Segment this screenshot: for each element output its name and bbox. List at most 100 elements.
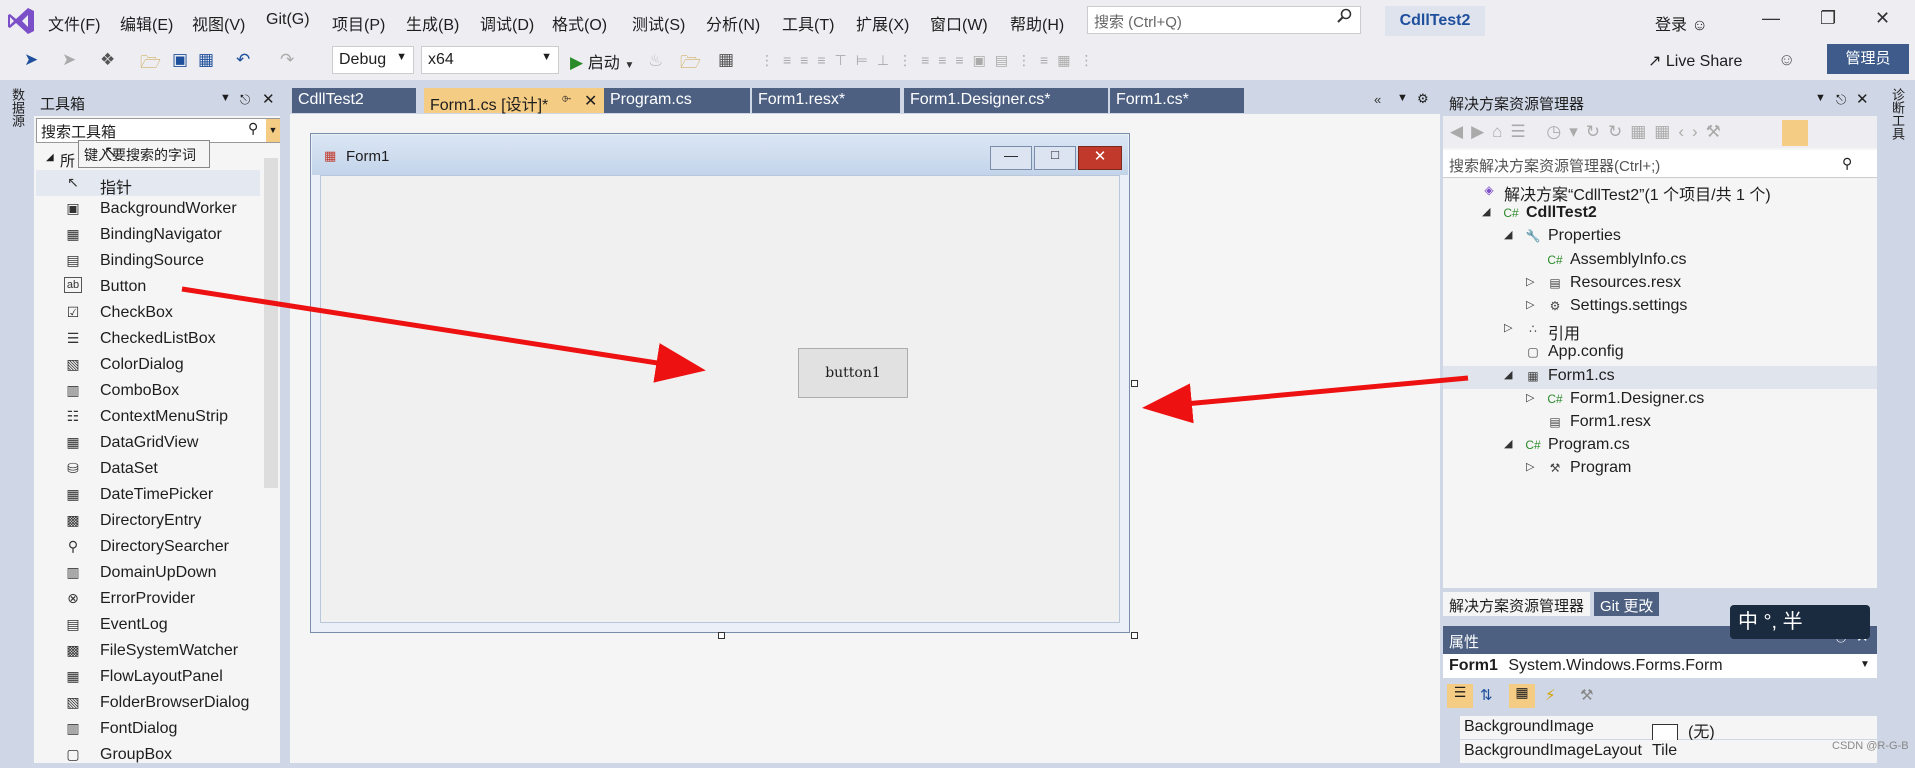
menu-item[interactable]: 测试(S)	[632, 11, 685, 35]
toolbox-item[interactable]: ⛁ DataSet	[36, 456, 260, 482]
expander-icon[interactable]: ◢	[1504, 437, 1512, 450]
diagnostic-tools-tab[interactable]: 诊断工具	[1888, 88, 1907, 140]
solution-explorer-toolbar-icons[interactable]: ◀▶⌂☰ ◷▾↻↻▦▦‹›⚒	[1450, 122, 1729, 142]
expander-icon[interactable]: ◢	[1504, 228, 1512, 241]
gear-icon[interactable]: ⚙	[1417, 91, 1429, 107]
menu-item[interactable]: 调试(D)	[480, 11, 534, 35]
menu-item[interactable]: 扩展(X)	[856, 11, 909, 35]
tree-item[interactable]: ▷ ⚒ Program	[1526, 458, 1877, 481]
resize-handle-bottom[interactable]	[718, 632, 725, 639]
property-pages-icon[interactable]: ⚒	[1580, 686, 1593, 704]
tree-item[interactable]: ▷ ▤ Resources.resx	[1526, 273, 1877, 296]
menu-item[interactable]: Git(G)	[266, 11, 310, 29]
toolbox-item[interactable]: ▥ ComboBox	[36, 378, 260, 404]
menu-item[interactable]: 分析(N)	[706, 11, 760, 35]
expander-icon[interactable]: ◢	[1482, 205, 1490, 218]
panel-menu-icon[interactable]: ▼	[1815, 92, 1826, 104]
restore-button[interactable]: ❐	[1820, 8, 1836, 29]
tab-document[interactable]: Form1.cs*	[1110, 88, 1244, 113]
collapse-icon[interactable]: ◢	[46, 152, 54, 163]
close-window-button[interactable]: ✕	[1875, 8, 1890, 29]
toolbox-item[interactable]: ☑ CheckBox	[36, 300, 260, 326]
tab-document[interactable]: Form1.Designer.cs*	[904, 88, 1108, 113]
menu-item[interactable]: 编辑(E)	[120, 11, 173, 35]
expander-icon[interactable]: ▷	[1526, 460, 1534, 473]
tab-document[interactable]: Program.cs	[604, 88, 750, 113]
close-icon[interactable]: ✕	[1856, 90, 1869, 108]
pin-icon[interactable]: ⎋	[1836, 92, 1846, 108]
resize-handle-corner[interactable]	[1131, 632, 1138, 639]
expander-icon[interactable]: ▷	[1526, 298, 1534, 311]
menu-item[interactable]: 帮助(H)	[1010, 11, 1064, 35]
form-minimize-button[interactable]: —	[990, 146, 1032, 170]
solution-search-input[interactable]: 搜索解决方案资源管理器(Ctrl+;)	[1443, 150, 1877, 178]
chevron-down-icon[interactable]: ▼	[541, 51, 552, 63]
menu-item[interactable]: 项目(P)	[332, 11, 385, 35]
configuration-select[interactable]: Debug ▼	[332, 46, 414, 74]
data-sources-tab[interactable]: 数据源	[8, 88, 27, 127]
add-user-icon[interactable]: ☺	[1691, 17, 1707, 34]
global-search-input[interactable]: 搜索 (Ctrl+Q)	[1087, 6, 1361, 34]
toolbox-item[interactable]: ▦ DateTimePicker	[36, 482, 260, 508]
categorized-icon[interactable]: ☰	[1447, 684, 1473, 708]
expander-icon[interactable]: ▷	[1504, 321, 1512, 334]
tree-item[interactable]: ◢ 🔧 Properties	[1504, 226, 1877, 249]
toolbox-item[interactable]: ▧ ColorDialog	[36, 352, 260, 378]
open-folder-icon[interactable]: 🗁	[140, 50, 161, 79]
resize-handle-right[interactable]	[1131, 380, 1138, 387]
forward-icon[interactable]: ➤	[62, 50, 76, 70]
property-row[interactable]: BackgroundImage (无)	[1460, 716, 1877, 742]
chevron-down-icon[interactable]: ▼	[266, 119, 280, 142]
toolbox-item[interactable]: ☰ CheckedListBox	[36, 326, 260, 352]
form-close-button[interactable]: ✕	[1078, 146, 1122, 170]
chevron-down-icon[interactable]: ▼	[396, 51, 407, 63]
tree-item[interactable]: ▷ ⚙ Settings.settings	[1526, 296, 1877, 319]
panel-menu-icon[interactable]: ▼	[220, 92, 231, 104]
login-label[interactable]: 登录	[1655, 17, 1687, 34]
events-icon[interactable]: ⚡	[1545, 686, 1556, 704]
property-value[interactable]: Tile	[1652, 742, 1677, 759]
toolbox-item[interactable]: ▤ EventLog	[36, 612, 260, 638]
tree-item[interactable]: C# AssemblyInfo.cs	[1526, 250, 1877, 273]
property-value[interactable]: (无)	[1688, 724, 1715, 741]
solution-folder-icon[interactable]: 🗁	[680, 50, 701, 79]
menu-item[interactable]: 视图(V)	[192, 11, 245, 35]
toolbox-item[interactable]: ▦ FlowLayoutPanel	[36, 664, 260, 690]
properties-icon[interactable]: ▦	[1509, 684, 1535, 708]
feedback-icon[interactable]: ☺	[1778, 50, 1795, 70]
toolbox-item[interactable]: ▦ DataGridView	[36, 430, 260, 456]
form-maximize-button[interactable]: □	[1034, 146, 1076, 170]
tree-item[interactable]: ▷ C# Form1.Designer.cs	[1526, 389, 1877, 412]
tree-item[interactable]: ▤ Form1.resx	[1526, 412, 1877, 435]
live-share-button[interactable]: ↗ Live Share	[1648, 51, 1742, 71]
tree-item[interactable]: ◢ C# Program.cs	[1504, 435, 1877, 458]
hot-reload-icon[interactable]: ♨	[648, 51, 663, 71]
tab-document[interactable]: Form1.cs [设计]* ⌱ ✕	[424, 88, 604, 114]
toolbox-scrollbar[interactable]	[264, 158, 278, 488]
browser-icon[interactable]: ▦	[718, 50, 734, 70]
menu-item[interactable]: 格式(O)	[552, 11, 607, 35]
object-selector[interactable]: Form1 System.Windows.Forms.Form	[1443, 654, 1877, 678]
toolbox-item[interactable]: ▦ BindingNavigator	[36, 222, 260, 248]
tab-document[interactable]: CdllTest2	[292, 88, 416, 113]
search-icon[interactable]: ⚲	[248, 120, 258, 137]
undo-icon[interactable]: ↶	[236, 50, 250, 70]
menu-item[interactable]: 文件(F)	[48, 11, 100, 35]
tab-document[interactable]: Form1.resx*	[752, 88, 900, 113]
property-row[interactable]: BackgroundImageLayout Tile	[1460, 740, 1877, 763]
toolbox-item[interactable]: ⚲ DirectorySearcher	[36, 534, 260, 560]
tree-item[interactable]: ▢ App.config	[1504, 342, 1877, 365]
scroll-tabs-icon[interactable]: «	[1374, 92, 1381, 107]
visual-studio-logo-icon[interactable]	[6, 6, 36, 36]
tree-item[interactable]: ◢ ▦ Form1.cs	[1443, 365, 1877, 389]
menu-item[interactable]: 窗口(W)	[930, 11, 988, 35]
pin-icon[interactable]: ⎋	[240, 92, 250, 108]
login-link[interactable]: 登录 ☺	[1655, 11, 1708, 35]
search-icon[interactable]	[1336, 8, 1352, 29]
menu-item[interactable]: 生成(B)	[406, 11, 459, 35]
close-icon[interactable]: ✕	[262, 90, 275, 108]
new-project-icon[interactable]: ❖	[100, 50, 115, 70]
properties-toggle-icon[interactable]	[1782, 120, 1808, 146]
redo-icon[interactable]: ↷	[280, 50, 294, 70]
toolbox-item[interactable]: ▩ DirectoryEntry	[36, 508, 260, 534]
